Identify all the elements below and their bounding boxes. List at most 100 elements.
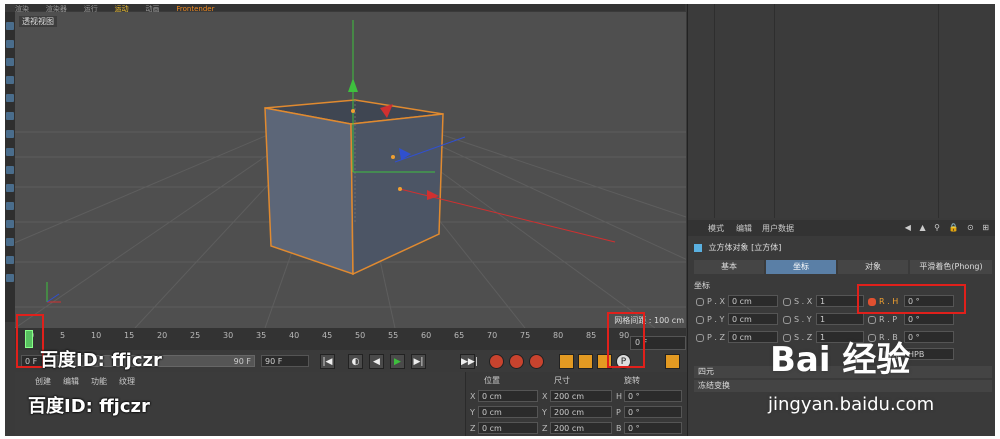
anim-dot-icon[interactable] <box>783 315 791 324</box>
tool-icon[interactable] <box>6 22 14 30</box>
tab-coordinates[interactable]: 坐标 <box>766 260 836 274</box>
highlight-box-rot-h <box>857 284 966 314</box>
timeline-tick: 25 <box>190 331 201 340</box>
cube-icon <box>694 243 702 252</box>
coord-header-size: 尺寸 <box>554 376 570 385</box>
anim-dot-icon[interactable] <box>868 315 876 324</box>
next-frame-button[interactable]: ▶| <box>411 354 426 369</box>
timeline-window-button[interactable] <box>665 354 680 369</box>
coord-pos-x[interactable]: 0 cm <box>478 390 538 402</box>
world-axis-icon <box>46 282 61 303</box>
tab-object[interactable]: 对象 <box>838 260 908 274</box>
watermark-id-top: 百度ID: ffjczr <box>40 350 162 371</box>
tool-icon[interactable] <box>6 238 14 246</box>
menu-edit-attr[interactable]: 编辑 <box>736 223 752 234</box>
tool-icon[interactable] <box>6 184 14 192</box>
anim-dot-icon[interactable] <box>783 297 791 306</box>
scale-y-label: S . Y <box>783 315 812 324</box>
coord-size-axis-x: X <box>542 392 548 401</box>
attribute-nav-icons[interactable]: ◀ ▲ ⚲ 🔒 ⊙ ⊞ <box>905 223 992 232</box>
coord-header-position: 位置 <box>484 376 500 385</box>
timeline-tick: 5 <box>60 331 66 340</box>
coord-size-y[interactable]: 200 cm <box>550 406 612 418</box>
timeline-tick: 50 <box>355 331 366 340</box>
pos-x-field[interactable]: 0 cm <box>728 295 778 307</box>
tool-icon[interactable] <box>6 256 14 264</box>
tool-icon[interactable] <box>6 112 14 120</box>
tool-icon[interactable] <box>6 148 14 156</box>
rot-p-field[interactable]: 0 ° <box>904 313 954 325</box>
timeline-tick: 35 <box>256 331 267 340</box>
attribute-tabs: 基本 坐标 对象 平滑着色(Phong) <box>694 260 992 274</box>
timeline-tick: 65 <box>454 331 465 340</box>
scale-y-field[interactable]: 1 <box>816 313 864 325</box>
coord-size-axis-y: Y <box>542 408 547 417</box>
scale-x-label: S . X <box>783 297 812 306</box>
tool-icon[interactable] <box>6 202 14 210</box>
timeline-tick: 10 <box>91 331 102 340</box>
baidu-url: jingyan.baidu.com <box>768 394 935 415</box>
section-coordinates: 坐标 <box>694 281 710 290</box>
timeline-tick: 45 <box>322 331 333 340</box>
tool-icon[interactable] <box>6 130 14 138</box>
previous-key-button[interactable]: ◐ <box>348 354 363 369</box>
coord-rot-b[interactable]: 0 ° <box>624 422 682 434</box>
coord-size-axis-z: Z <box>542 424 548 433</box>
coord-rot-axis-p: P <box>616 408 621 417</box>
coord-rot-p[interactable]: 0 ° <box>624 406 682 418</box>
tool-icon[interactable] <box>6 76 14 84</box>
coord-rot-h[interactable]: 0 ° <box>624 390 682 402</box>
coord-header-rotation: 旋转 <box>624 376 640 385</box>
object-manager[interactable] <box>688 4 995 218</box>
timeline-tick: 85 <box>586 331 597 340</box>
previous-frame-button[interactable]: ◀ <box>369 354 384 369</box>
auto-key-button[interactable] <box>509 354 524 369</box>
tool-icon[interactable] <box>6 220 14 228</box>
timeline-tick: 40 <box>289 331 300 340</box>
top-menubar: 渲染 渲染器 运行 运动 动画 Frontender <box>15 4 685 13</box>
anim-dot-icon[interactable] <box>696 333 704 342</box>
coord-pos-y[interactable]: 0 cm <box>478 406 538 418</box>
menu-function[interactable]: 功能 <box>91 376 107 387</box>
menu-mode[interactable]: 模式 <box>708 223 724 234</box>
keyframe-selection-button[interactable] <box>529 354 544 369</box>
highlight-box-end-frame <box>607 312 645 368</box>
baidu-brand: Bai 经验 <box>770 340 911 380</box>
go-to-start-button[interactable]: |◀ <box>320 354 335 369</box>
tab-phong[interactable]: 平滑着色(Phong) <box>910 260 992 274</box>
scale-key-button[interactable] <box>578 354 593 369</box>
anim-dot-icon[interactable] <box>696 297 704 306</box>
tab-basic[interactable]: 基本 <box>694 260 764 274</box>
tool-icon[interactable] <box>6 58 14 66</box>
record-key-button[interactable] <box>489 354 504 369</box>
timeline-tick: 75 <box>520 331 531 340</box>
rot-p-label: R . P <box>868 315 897 324</box>
perspective-viewport[interactable]: 透视视图 网格间距 : 100 cm <box>15 12 686 328</box>
menu-edit[interactable]: 编辑 <box>63 376 79 387</box>
menu-texture[interactable]: 纹理 <box>119 376 135 387</box>
anim-dot-icon[interactable] <box>696 315 704 324</box>
pos-y-field[interactable]: 0 cm <box>728 313 778 325</box>
position-key-button[interactable] <box>559 354 574 369</box>
timeline-tick: 70 <box>487 331 498 340</box>
coord-size-z[interactable]: 200 cm <box>550 422 612 434</box>
timeline-tick: 15 <box>124 331 135 340</box>
go-to-end-button[interactable]: ▶▶| <box>460 354 478 369</box>
coord-axis-z: Z <box>470 424 476 433</box>
tool-icon[interactable] <box>6 166 14 174</box>
cube <box>264 99 444 276</box>
tool-icon[interactable] <box>6 40 14 48</box>
end-frame-input[interactable]: 90 F <box>261 355 309 367</box>
coordinates-manager: 位置 尺寸 旋转 X 0 cm X 200 cm H 0 ° Y 0 cm Y … <box>465 372 687 436</box>
timeline-tick: 30 <box>223 331 234 340</box>
menu-user-data[interactable]: 用户数据 <box>762 223 794 234</box>
tool-icon[interactable] <box>6 94 14 102</box>
coord-size-x[interactable]: 200 cm <box>550 390 612 402</box>
play-button[interactable]: ▶ <box>390 354 405 369</box>
coord-pos-z[interactable]: 0 cm <box>478 422 538 434</box>
attribute-menu: 模式 编辑 用户数据 ◀ ▲ ⚲ 🔒 ⊙ ⊞ <box>688 220 995 236</box>
tool-icon[interactable] <box>6 274 14 282</box>
object-title: 立方体对象 [立方体] <box>694 242 781 253</box>
menu-create[interactable]: 创建 <box>35 376 51 387</box>
watermark-id-bottom: 百度ID: ffjczr <box>28 396 150 417</box>
